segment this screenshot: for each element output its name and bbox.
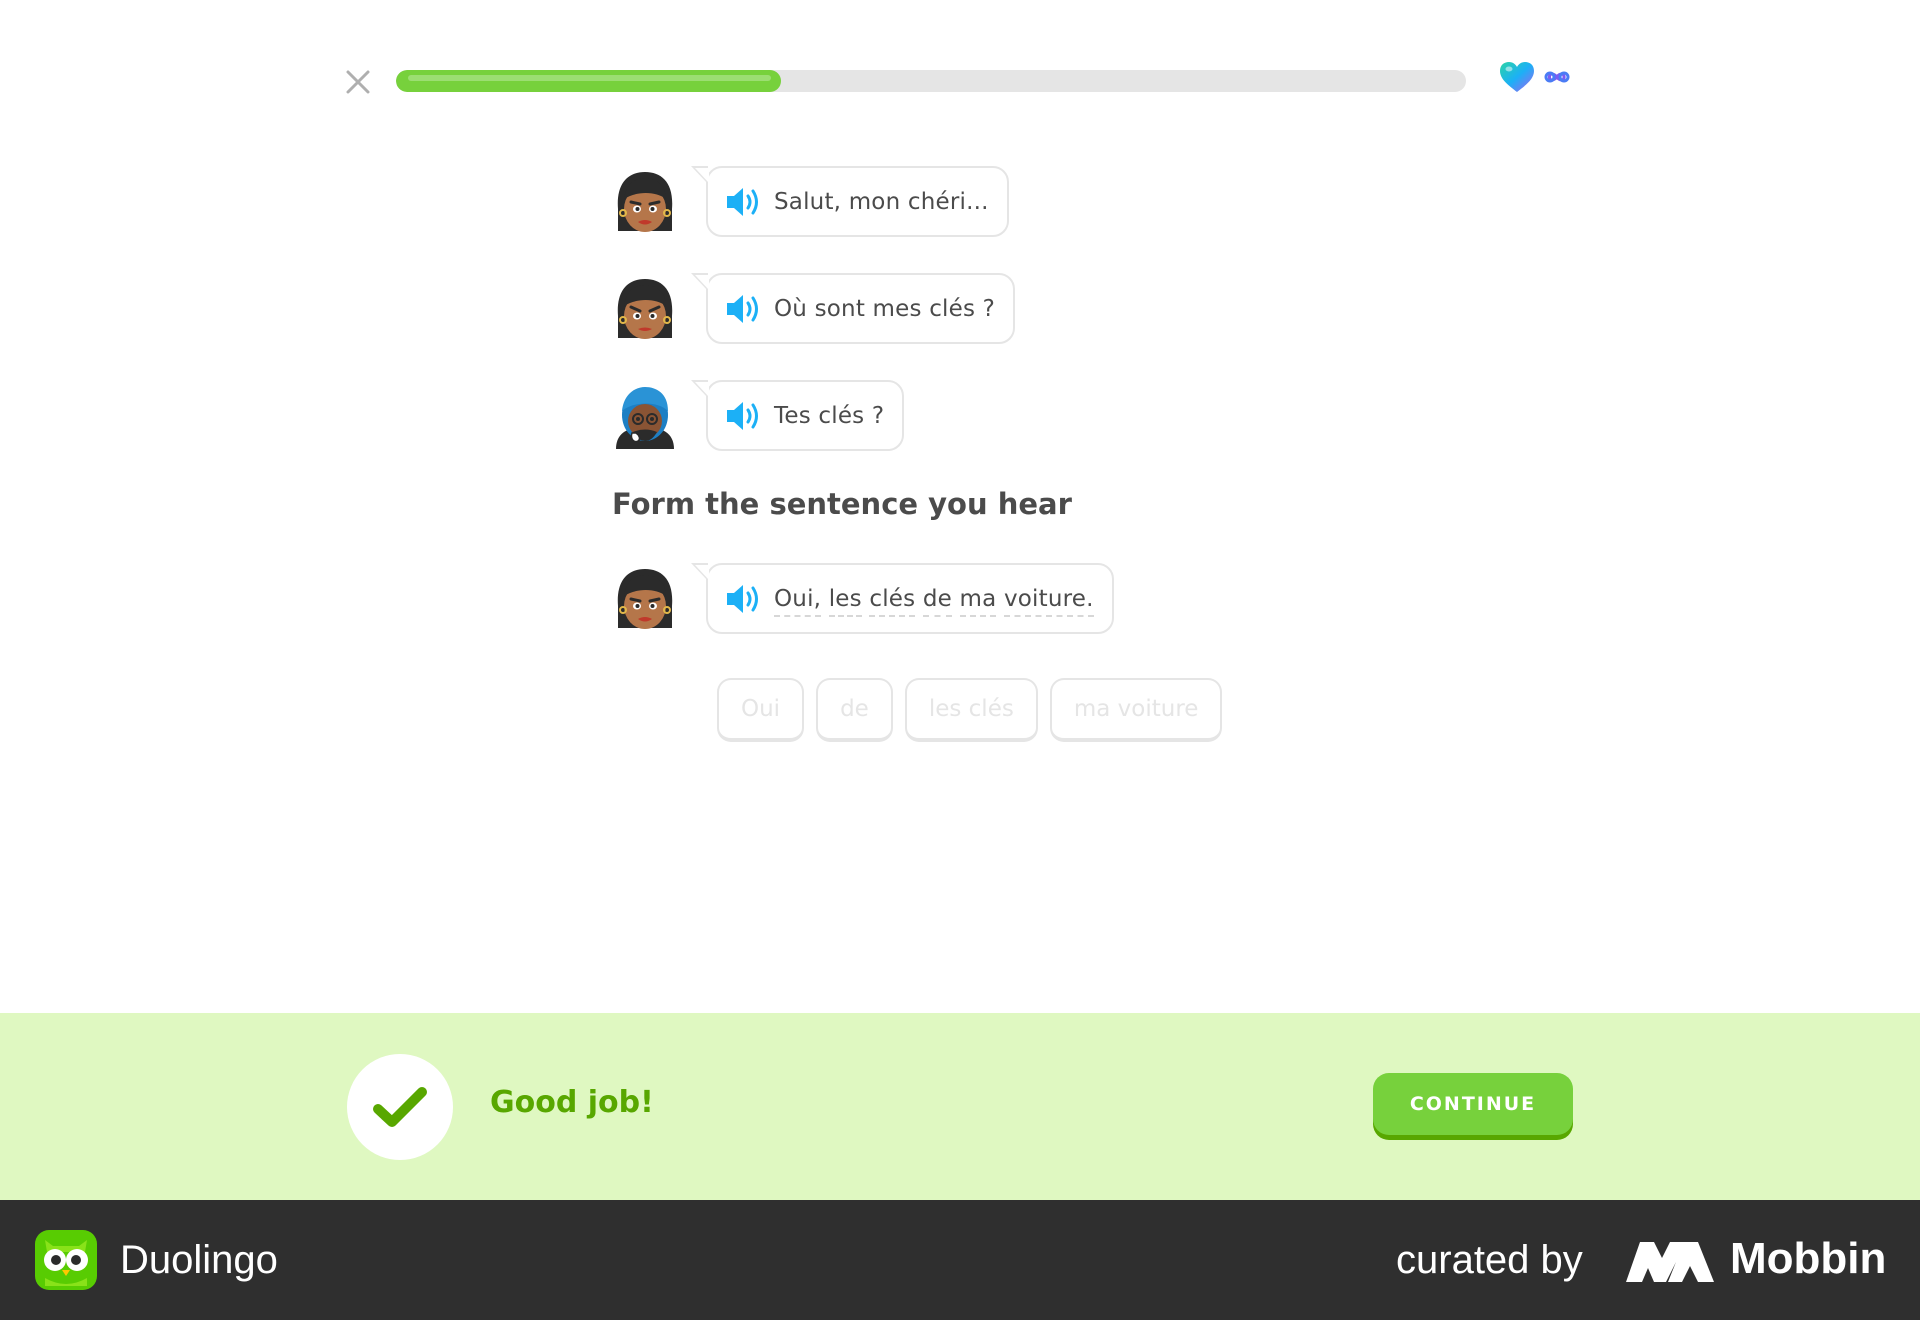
- close-icon: [346, 70, 370, 94]
- feedback-message: Good job!: [490, 1085, 654, 1120]
- duolingo-owl-icon: [35, 1230, 97, 1290]
- exercise-title: Form the sentence you hear: [612, 487, 1072, 521]
- woman-avatar: [617, 568, 673, 629]
- dialogue-text: Tes clés ?: [774, 402, 885, 429]
- dialogue-line: Tes clés ?: [612, 380, 905, 451]
- sentence-word[interactable]: voiture.: [1003, 585, 1094, 617]
- curated-by-label: curated by: [1396, 1238, 1583, 1282]
- sentence-word[interactable]: Oui,: [774, 585, 822, 617]
- speaker-icon[interactable]: [724, 185, 764, 219]
- speaker-icon[interactable]: [724, 399, 764, 433]
- checkmark-icon: [373, 1087, 427, 1127]
- infinity-icon: [1544, 71, 1570, 83]
- speech-bubble[interactable]: Tes clés ?: [690, 380, 905, 451]
- word-tile[interactable]: de: [816, 678, 893, 742]
- continue-button[interactable]: CONTINUE: [1373, 1073, 1573, 1135]
- lesson-progress-bar: [396, 70, 1466, 92]
- dialogue-text: Où sont mes clés ?: [774, 295, 996, 322]
- sentence-word[interactable]: les: [828, 585, 862, 617]
- sentence-word[interactable]: de: [922, 585, 952, 617]
- word-tile[interactable]: les clés: [904, 678, 1038, 742]
- progress-fill: [396, 70, 782, 92]
- word-bank: Oui de les clés ma voiture: [717, 678, 1223, 742]
- word-tile[interactable]: Oui: [717, 678, 805, 742]
- mobbin-brand: Mobbin: [1730, 1234, 1887, 1283]
- feedback-banner: Good job! CONTINUE: [0, 1013, 1920, 1200]
- sentence-word[interactable]: ma: [959, 585, 997, 617]
- app-name: Duolingo: [120, 1238, 278, 1282]
- speaker-icon[interactable]: [724, 292, 764, 326]
- hearts-indicator[interactable]: [1498, 60, 1572, 94]
- speech-bubble[interactable]: Oui, les clés de ma voiture.: [691, 563, 1114, 634]
- sentence-text: Oui, les clés de ma voiture.: [774, 585, 1094, 617]
- woman-avatar: [617, 171, 673, 232]
- speaker-icon[interactable]: [724, 582, 764, 616]
- success-badge: [347, 1054, 453, 1160]
- heart-icon: [1500, 62, 1534, 92]
- dialogue-line: Salut, mon chéri...: [612, 166, 1009, 237]
- dialogue-line: Où sont mes clés ?: [612, 273, 1016, 344]
- close-button[interactable]: [340, 64, 376, 100]
- speech-bubble[interactable]: Salut, mon chéri...: [691, 166, 1009, 237]
- word-tile[interactable]: ma voiture: [1049, 678, 1223, 742]
- mobbin-logo-icon: [1626, 1242, 1714, 1282]
- sentence-word[interactable]: clés: [869, 585, 916, 617]
- footer: Duolingo curated by Mobbin: [0, 1200, 1920, 1320]
- speech-bubble[interactable]: Où sont mes clés ?: [690, 273, 1016, 344]
- woman-avatar: [617, 278, 673, 339]
- prompt-line: Oui, les clés de ma voiture.: [612, 563, 1114, 634]
- man-avatar: [616, 386, 674, 449]
- dialogue-text: Salut, mon chéri...: [774, 188, 989, 215]
